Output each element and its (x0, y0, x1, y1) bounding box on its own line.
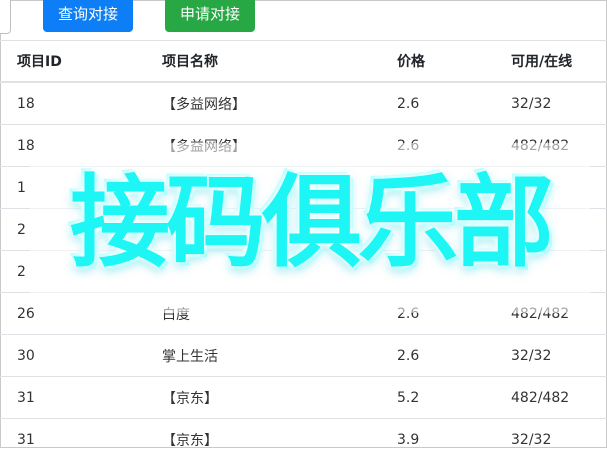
cell-price: 2.6 (380, 293, 494, 335)
cell-available-online (494, 209, 607, 251)
apply-docking-button[interactable]: 申请对接 (165, 0, 255, 32)
cell-available-online (494, 251, 607, 293)
cell-project-id: 26 (0, 293, 145, 335)
cell-price (380, 251, 494, 293)
cell-project-name: 【多益网络】 (145, 82, 380, 125)
column-header-price[interactable]: 价格 (380, 41, 494, 83)
cell-project-name (145, 167, 380, 209)
cell-price: 2.6 (380, 335, 494, 377)
cell-price: 5.2 (380, 377, 494, 419)
search-input-stub[interactable] (0, 0, 11, 34)
cell-project-id: 18 (0, 125, 145, 167)
cell-project-id: 2 (0, 209, 145, 251)
cell-price: 3.9 (380, 419, 494, 460)
table-row[interactable]: 26 白度 2.6 482/482 (0, 293, 607, 335)
cell-price (380, 167, 494, 209)
table-row[interactable]: 30 掌上生活 2.6 32/32 (0, 335, 607, 377)
cell-project-id: 30 (0, 335, 145, 377)
cell-available-online: 32/32 (494, 419, 607, 460)
cell-project-name: 【京东】 (145, 419, 380, 460)
cell-project-id: 1 (0, 167, 145, 209)
cell-project-id: 31 (0, 419, 145, 460)
column-header-project-name[interactable]: 项目名称 (145, 41, 380, 83)
table-row[interactable]: 1 (0, 167, 607, 209)
cell-available-online: 482/482 (494, 377, 607, 419)
cell-price (380, 209, 494, 251)
project-table: 项目ID 项目名称 价格 可用/在线 18 【多益网络】 2.6 32/32 1… (0, 40, 607, 460)
table-row[interactable]: 2 (0, 251, 607, 293)
table-row[interactable]: 31 【京东】 3.9 32/32 (0, 419, 607, 460)
cell-available-online (494, 167, 607, 209)
column-header-project-id[interactable]: 项目ID (0, 41, 145, 83)
cell-project-id: 2 (0, 251, 145, 293)
table-row[interactable]: 2 (0, 209, 607, 251)
cell-available-online: 32/32 (494, 82, 607, 125)
cell-project-name (145, 209, 380, 251)
cell-available-online: 32/32 (494, 335, 607, 377)
table-row[interactable]: 18 【多益网络】 2.6 32/32 (0, 82, 607, 125)
cell-project-name: 【多益网络】 (145, 125, 380, 167)
cell-available-online: 482/482 (494, 293, 607, 335)
cell-project-name: 【京东】 (145, 377, 380, 419)
table-row[interactable]: 31 【京东】 5.2 482/482 (0, 377, 607, 419)
cell-project-name (145, 251, 380, 293)
toolbar: 查询对接 申请对接 (0, 0, 607, 40)
column-header-available-online[interactable]: 可用/在线 (494, 41, 607, 83)
cell-price: 2.6 (380, 82, 494, 125)
cell-project-name: 掌上生活 (145, 335, 380, 377)
cell-project-name: 白度 (145, 293, 380, 335)
cell-project-id: 31 (0, 377, 145, 419)
table-header-row: 项目ID 项目名称 价格 可用/在线 (0, 41, 607, 83)
cell-project-id: 18 (0, 82, 145, 125)
cell-price: 2.6 (380, 125, 494, 167)
table-row[interactable]: 18 【多益网络】 2.6 482/482 (0, 125, 607, 167)
query-docking-button[interactable]: 查询对接 (43, 0, 133, 32)
cell-available-online: 482/482 (494, 125, 607, 167)
